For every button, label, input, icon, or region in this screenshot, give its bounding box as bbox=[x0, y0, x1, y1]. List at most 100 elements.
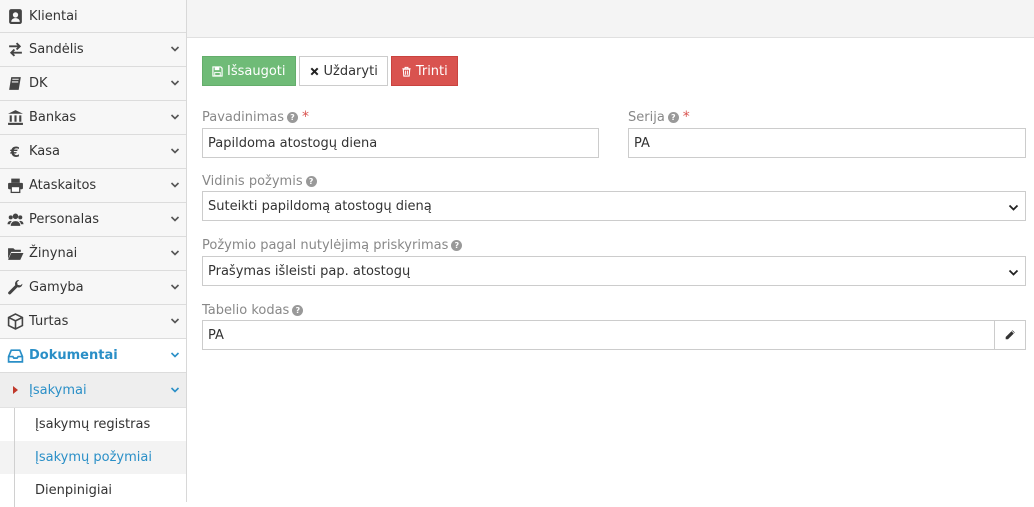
close-icon bbox=[310, 67, 318, 75]
sidebar-item-label: Personalas bbox=[29, 212, 100, 227]
sidebar-item-label: Turtas bbox=[29, 314, 69, 329]
submenu-item-isakymu-registras[interactable]: Įsakymų registras bbox=[0, 408, 186, 441]
submenu-list: Įsakymų registras Įsakymų požymiai Dienp… bbox=[0, 408, 186, 507]
chevron-down-icon bbox=[1008, 204, 1019, 211]
exchange-icon bbox=[5, 41, 25, 59]
top-bar bbox=[187, 0, 1034, 38]
chevron-down-icon bbox=[170, 352, 180, 358]
sidebar-item-label: Bankas bbox=[29, 110, 77, 125]
caret-right-icon bbox=[13, 386, 18, 394]
name-group: Pavadinimas ? * Papildoma atostogų diena bbox=[202, 108, 599, 158]
default-assign-select[interactable]: Prašymas išleisti pap. atostogų bbox=[202, 256, 1026, 286]
contact-icon bbox=[5, 7, 25, 25]
default-assign-label-text: Požymio pagal nutylėjimą priskyrimas bbox=[202, 237, 449, 253]
submenu-item-label: Įsakymų registras bbox=[35, 417, 151, 432]
sidebar-item-turtas[interactable]: Turtas bbox=[0, 305, 186, 339]
wrench-icon bbox=[5, 279, 25, 297]
required-asterisk: * bbox=[302, 109, 309, 125]
internal-value: Suteikti papildomą atostogų dieną bbox=[208, 198, 432, 214]
sidebar-item-bankas[interactable]: Bankas bbox=[0, 101, 186, 135]
sidebar-item-sandelis[interactable]: Sandėlis bbox=[0, 33, 186, 67]
sidebar-item-label: Sandėlis bbox=[29, 42, 84, 57]
help-icon[interactable]: ? bbox=[287, 111, 298, 123]
sidebar-item-personalas[interactable]: Personalas bbox=[0, 203, 186, 237]
internal-label-text: Vidinis požymis bbox=[202, 173, 303, 189]
bank-icon bbox=[5, 109, 25, 127]
chevron-down-icon bbox=[170, 284, 180, 290]
save-label: Išsaugoti bbox=[227, 63, 286, 79]
sidebar-item-dokumentai[interactable]: Dokumentai bbox=[0, 339, 186, 373]
submenu-item-dienpinigiai[interactable]: Dienpinigiai bbox=[0, 474, 186, 507]
sidebar-item-label: Žinynai bbox=[29, 246, 78, 261]
cube-icon bbox=[5, 313, 25, 331]
sidebar-item-gamyba[interactable]: Gamyba bbox=[0, 271, 186, 305]
close-label: Uždaryti bbox=[323, 63, 378, 79]
sidebar-item-dk[interactable]: DK bbox=[0, 67, 186, 101]
sidebar-item-kasa[interactable]: € Kasa bbox=[0, 135, 186, 169]
help-icon[interactable]: ? bbox=[305, 175, 317, 187]
delete-label: Trinti bbox=[415, 63, 448, 79]
help-icon[interactable]: ? bbox=[667, 111, 679, 123]
chevron-down-icon bbox=[170, 80, 180, 86]
inbox-icon bbox=[5, 347, 25, 365]
sidebar-item-label: Kasa bbox=[29, 144, 61, 159]
chevron-down-icon bbox=[1008, 269, 1019, 276]
sidebar-item-label: DK bbox=[29, 76, 48, 91]
trash-icon bbox=[402, 66, 411, 77]
delete-button[interactable]: Trinti bbox=[390, 56, 458, 86]
chevron-down-icon bbox=[170, 216, 180, 222]
tabel-code-wrap: PA bbox=[202, 320, 1026, 350]
sidebar-item-ataskaitos[interactable]: Ataskaitos bbox=[0, 169, 186, 203]
internal-select[interactable]: Suteikti papildomą atostogų dieną bbox=[202, 191, 1026, 221]
svg-text:€: € bbox=[9, 145, 20, 160]
users-icon bbox=[5, 211, 25, 229]
tabel-code-group: Tabelio kodas ? PA bbox=[202, 301, 1026, 350]
series-value: PA bbox=[634, 135, 650, 151]
sidebar-item-label: Klientai bbox=[29, 8, 78, 24]
sidebar-item-zinynai[interactable]: Žinynai bbox=[0, 237, 186, 271]
chevron-down-icon bbox=[170, 387, 180, 393]
chevron-down-icon bbox=[170, 182, 180, 188]
close-button[interactable]: Uždaryti bbox=[298, 56, 388, 86]
pencil-icon bbox=[1005, 330, 1015, 340]
sidebar-subitem-isakymai[interactable]: Įsakymai bbox=[0, 373, 186, 408]
series-group: Serija ? * PA bbox=[628, 108, 1026, 158]
name-label: Pavadinimas ? * bbox=[202, 108, 599, 126]
tabel-code-label: Tabelio kodas ? bbox=[202, 301, 1026, 319]
sidebar: Klientai Sandėlis DK Bankas € Kasa Atask… bbox=[0, 0, 187, 507]
sidebar-item-label: Dokumentai bbox=[29, 348, 118, 363]
folder-open-icon bbox=[5, 245, 25, 263]
internal-label: Vidinis požymis ? bbox=[202, 172, 1026, 190]
toolbar: Išsaugoti Uždaryti Trinti bbox=[202, 56, 1026, 86]
help-icon[interactable]: ? bbox=[451, 239, 463, 251]
series-input[interactable]: PA bbox=[628, 128, 1026, 158]
default-assign-group: Požymio pagal nutylėjimą priskyrimas ? P… bbox=[202, 236, 1026, 286]
edit-button[interactable] bbox=[994, 320, 1026, 350]
submenu-item-label: Įsakymų požymiai bbox=[35, 450, 152, 465]
main-form: Išsaugoti Uždaryti Trinti Pavadinimas ? … bbox=[202, 56, 1026, 350]
print-icon bbox=[5, 177, 25, 195]
name-input[interactable]: Papildoma atostogų diena bbox=[202, 128, 599, 158]
sidebar-item-label: Ataskaitos bbox=[29, 178, 97, 193]
save-button[interactable]: Išsaugoti bbox=[202, 56, 296, 86]
series-label: Serija ? * bbox=[628, 108, 1026, 126]
sidebar-item-klientai[interactable]: Klientai bbox=[0, 0, 186, 33]
name-label-text: Pavadinimas bbox=[202, 109, 284, 125]
chevron-down-icon bbox=[170, 148, 180, 154]
chevron-down-icon bbox=[170, 318, 180, 324]
chevron-down-icon bbox=[170, 114, 180, 120]
submenu-item-isakymu-pozymiai[interactable]: Įsakymų požymiai bbox=[0, 441, 186, 474]
book-icon bbox=[5, 75, 25, 93]
tabel-code-input[interactable]: PA bbox=[202, 320, 995, 350]
default-assign-label: Požymio pagal nutylėjimą priskyrimas ? bbox=[202, 236, 1026, 254]
chevron-down-icon bbox=[170, 46, 180, 52]
tabel-code-value: PA bbox=[208, 327, 224, 343]
chevron-down-icon bbox=[170, 250, 180, 256]
name-value: Papildoma atostogų diena bbox=[208, 135, 378, 151]
submenu-item-label: Dienpinigiai bbox=[35, 483, 113, 498]
help-icon[interactable]: ? bbox=[292, 304, 304, 316]
default-assign-value: Prašymas išleisti pap. atostogų bbox=[208, 263, 411, 279]
sidebar-subitem-label: Įsakymai bbox=[29, 382, 87, 398]
internal-group: Vidinis požymis ? Suteikti papildomą ato… bbox=[202, 172, 1026, 221]
series-label-text: Serija bbox=[628, 109, 665, 125]
